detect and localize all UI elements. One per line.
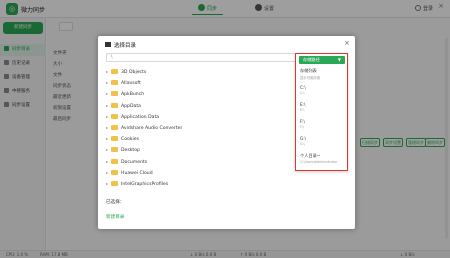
drive-item-c[interactable]: C:\ C:\ [300,85,346,95]
dialog-title-text: 选择目录 [114,43,137,49]
folder-tree-item[interactable]: ▸ Avidshare Audio Converter [106,122,182,133]
drive-sub: E:\ [300,108,305,112]
folder-icon [111,158,118,164]
folder-icon [111,102,118,108]
folder-icon [111,180,118,186]
folder-tree-item[interactable]: ▸ AppData [106,100,182,111]
storage-path-label: 存储路径 [303,57,320,62]
folder-icon [111,169,118,175]
folder-name: Desktop [121,148,140,154]
folder-name: Avidshare Audio Converter [121,125,183,131]
storage-list-header: 存储列表 显示可用存储 [300,68,346,80]
drive-sub: 显示可用存储 [300,76,320,80]
folder-tree-item[interactable]: ▸ Documents [106,156,182,167]
drive-label: F:\ [300,119,305,124]
path-input[interactable]: \ [106,53,296,62]
folder-name: 3D Objects [121,70,147,75]
folder-icon [111,124,118,130]
folder-name: IntelGraphicsProfiles [121,181,169,187]
selected-path-label: 已选择： [106,200,125,205]
folder-tree-item[interactable]: ▸ Allavsoft [106,77,182,88]
folder-tree-item[interactable]: ▸ Cookies [106,133,182,144]
storage-path-button[interactable]: 存储路径 ▼ [299,56,345,64]
folder-icon [111,113,118,119]
folder-name: Documents [121,159,148,165]
drive-item-home[interactable]: 个人目录~ C:\Users\Administrator [300,153,346,164]
drive-label: C:\ [300,85,306,90]
folder-tree-item[interactable]: ▸ IntelGraphicsProfiles [106,178,182,189]
drive-item-f[interactable]: F:\ F:\ [300,119,346,129]
drive-sub: G:\ [300,142,305,146]
folder-icon [111,136,118,142]
drive-sub: F:\ [300,125,304,129]
drive-label: G:\ [300,136,307,141]
drive-sub: C:\Users\Administrator [300,160,338,164]
folder-tree-item[interactable]: ▸ Desktop [106,144,182,155]
folder-name: Huawei Cloud [121,170,153,176]
folder-tree-item[interactable]: ▸ ApkBunch [106,88,182,99]
drive-sub: C:\ [300,91,305,95]
folder-icon [111,147,118,153]
folder-tree: ▸ 3D Objects ▸ Allavsoft ▸ ApkBunch ▸ AppDat… [106,66,182,189]
folder-icon [111,69,118,74]
folder-tree-item[interactable]: ▸ Huawei Cloud [106,167,182,178]
folder-tree-item[interactable]: ▸ 3D Objects [106,66,182,77]
folder-icon [111,80,118,86]
chevron-down-icon: ▼ [337,57,341,62]
drive-item-g[interactable]: G:\ G:\ [300,136,346,146]
drive-label: 存储列表 [300,68,317,73]
drive-label: 个人目录~ [300,153,321,158]
folder-name: ApkBunch [121,92,145,98]
folder-name: Application Data [121,114,160,120]
folder-icon [111,91,118,97]
storage-dropdown: 存储路径 ▼ 存储列表 显示可用存储 C:\ C:\ E:\ E:\ F:\ F:… [295,53,348,171]
new-folder-link[interactable]: 新建目录 [106,214,124,220]
dialog-close-icon[interactable]: × [344,40,350,47]
folder-tree-item[interactable]: ▸ Application Data [106,111,182,122]
folder-name: Cookies [121,137,139,143]
dialog-title: 选择目录 [105,41,136,49]
folder-icon [105,42,111,47]
folder-name: Allavsoft [121,81,141,87]
folder-name: AppData [121,103,141,109]
drive-label: E:\ [300,102,306,107]
drive-item-e[interactable]: E:\ E:\ [300,102,346,112]
